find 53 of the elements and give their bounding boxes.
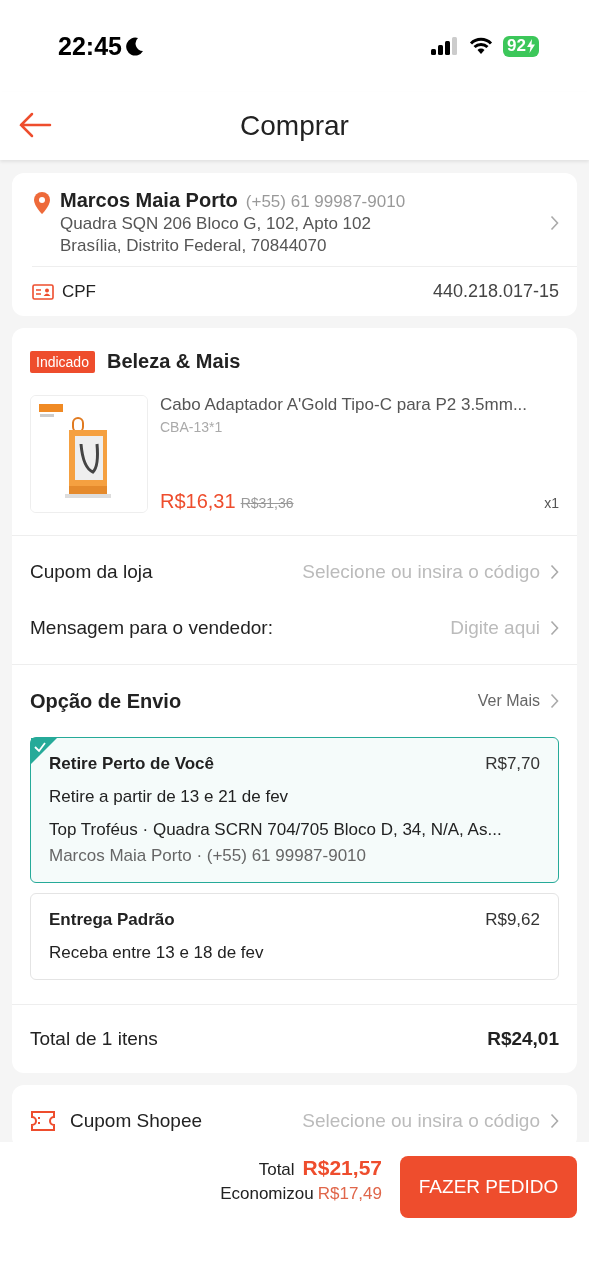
shipping-price: R$9,62	[485, 910, 540, 930]
items-total-value: R$24,01	[487, 1028, 559, 1050]
shipping-name: Entrega Padrão	[49, 910, 175, 930]
address-card[interactable]: Marcos Maia Porto (+55) 61 99987-9010 Quadra SQN 206 Bloco G, 102, Apto 102 Brasília, Distrito Federal, 70844070 CPF 440.218.017-15	[12, 173, 577, 316]
chevron-right-icon	[550, 1113, 559, 1129]
signal-icon	[431, 37, 460, 55]
id-card-icon	[32, 283, 54, 300]
product-title: Cabo Adaptador A'Gold Tipo-C para P2 3.5mm...	[160, 395, 529, 415]
total-price: R$21,57	[302, 1156, 382, 1180]
savings-amount: R$17,49	[317, 1184, 382, 1204]
shipping-price: R$7,70	[485, 754, 540, 774]
shipping-option-card[interactable]: Retire Perto de Você R$7,70 Retire a partir de 13 e 21 de fev Top Troféus · Quadra SCRN 704/705 Bloco D, 34, N/A, As... Marcos Maia Porto · (+55) 61 99987-9010	[30, 737, 559, 883]
recommended-badge: Indicado	[30, 350, 95, 373]
shipping-option-card[interactable]: Entrega Padrão R$9,62 Receba entre 13 e 18 de fev	[30, 893, 559, 980]
items-total-label: Total de 1 itens	[30, 1028, 158, 1050]
store-name: Beleza & Mais	[106, 350, 241, 373]
product-price: R$16,31	[160, 490, 236, 513]
chevron-right-icon	[550, 620, 559, 636]
battery-indicator: 92	[503, 35, 539, 57]
arrow-left-icon	[18, 112, 52, 138]
option-row[interactable]: Mensagem para o vendedor: Digite aqui	[12, 600, 577, 656]
ticket-icon	[30, 1110, 56, 1132]
address-line: Brasília, Distrito Federal, 70844070	[60, 236, 328, 256]
product-quantity: x1	[544, 495, 559, 511]
chevron-right-icon	[550, 693, 559, 709]
see-more-link[interactable]: Ver Mais	[477, 692, 559, 710]
original-price: R$31,36	[240, 495, 295, 511]
clock-time: 22:45	[58, 31, 122, 61]
savings-label: Economizou	[220, 1184, 314, 1204]
pickup-contact: Marcos Maia Porto · (+55) 61 99987-9010	[49, 846, 368, 866]
page-title: Comprar	[239, 110, 350, 142]
cpf-number: 440.218.017-15	[432, 281, 559, 302]
option-row[interactable]: Cupom da loja Selecione ou insira o código	[12, 544, 577, 600]
address-line: Quadra SQN 206 Bloco G, 102, Apto 102	[60, 214, 372, 234]
chevron-right-icon	[550, 214, 559, 231]
cpf-label: CPF	[62, 281, 97, 302]
place-order-button[interactable]: FAZER PEDIDO	[400, 1156, 577, 1218]
moon-icon	[125, 36, 144, 56]
shipping-detail: Top Troféus · Quadra SCRN 704/705 Bloco D, 34, N/A, As...	[49, 820, 503, 840]
product-variant: CBA-13*1	[160, 419, 224, 435]
location-pin-icon	[32, 191, 52, 215]
bolt-icon	[527, 39, 535, 53]
back-button[interactable]	[18, 112, 52, 138]
recipient-name: Marcos Maia Porto	[60, 189, 238, 212]
section-title: Opção de Envio	[30, 689, 182, 713]
shipping-detail: Retire a partir de 13 e 21 de fev	[49, 787, 290, 807]
coupon-label: Cupom Shopee	[70, 1110, 204, 1132]
shipping-detail: Receba entre 13 e 18 de fev	[49, 943, 265, 963]
shipping-name: Retire Perto de Você	[49, 754, 215, 774]
wifi-icon	[469, 37, 494, 55]
total-label: Total	[258, 1160, 295, 1180]
chevron-right-icon	[550, 564, 559, 580]
phone-number: (+55) 61 99987-9010	[245, 192, 406, 212]
